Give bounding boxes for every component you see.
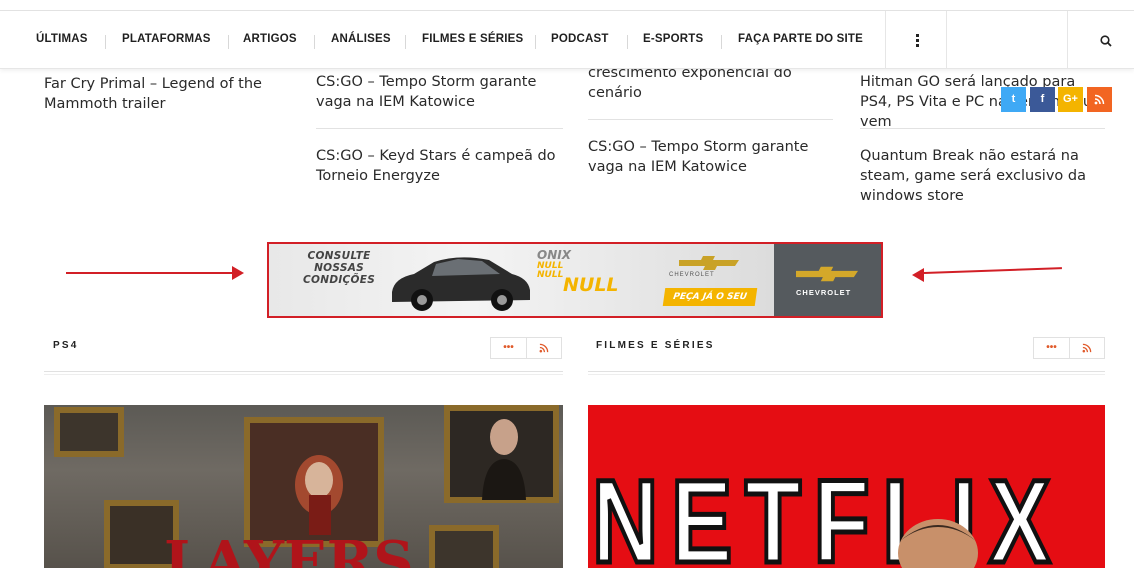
car-image <box>392 257 530 311</box>
section-divider <box>44 371 563 372</box>
chevrolet-bowtie-icon <box>679 256 739 270</box>
search-icon[interactable] <box>1100 35 1112 47</box>
news-link[interactable]: crescimento exponencial do cenário <box>588 63 828 103</box>
rss-icon[interactable] <box>1087 87 1112 112</box>
ps4-feature-image[interactable]: LAYERS <box>44 405 563 568</box>
nav-item-filmes-series[interactable]: FILMES E SÉRIES <box>422 33 523 45</box>
section-controls: ••• <box>1033 337 1105 359</box>
section-divider <box>44 374 563 375</box>
section-divider <box>588 374 1105 375</box>
bloody-portrait <box>295 455 343 535</box>
rss-glyph <box>539 343 549 353</box>
netflix-feature-image[interactable]: NETFLIX <box>588 405 1105 568</box>
painting-frame <box>429 525 499 568</box>
nav-separator <box>627 35 628 49</box>
rss-icon[interactable] <box>526 338 561 358</box>
section-title-filmes-series[interactable]: FILMES E SÉRIES <box>596 340 715 351</box>
vertical-dots-icon[interactable] <box>916 32 919 49</box>
ad-conditions-line: CONDIÇÕES <box>303 274 376 286</box>
nav-separator <box>314 35 315 49</box>
nav-separator <box>535 35 536 49</box>
person-head <box>898 519 978 568</box>
facebook-icon[interactable]: f <box>1030 87 1055 112</box>
news-divider <box>860 128 1105 129</box>
section-controls: ••• <box>490 337 562 359</box>
nav-item-artigos[interactable]: ARTIGOS <box>243 33 297 45</box>
arrowhead-right-icon <box>232 266 244 280</box>
rss-glyph <box>1094 94 1105 105</box>
ad-right-panel: CHEVROLET <box>774 244 881 316</box>
section-divider <box>588 371 1105 372</box>
news-divider <box>316 128 563 129</box>
nav-item-podcast[interactable]: PODCAST <box>551 33 609 45</box>
ad-model-name: ONIX <box>537 248 571 262</box>
news-link[interactable]: CS:GO – Tempo Storm garante vaga na IEM … <box>588 137 828 177</box>
portrait-figure <box>482 419 526 500</box>
news-divider <box>588 119 833 120</box>
ad-brand-small: CHEVROLET <box>669 272 715 278</box>
arrowhead-left-icon <box>912 268 924 282</box>
section-title-ps4[interactable]: PS4 <box>53 340 79 351</box>
ad-cta-button[interactable]: PEÇA JÁ O SEU <box>662 288 758 306</box>
nav-divider <box>946 11 947 69</box>
news-link[interactable]: CS:GO – Keyd Stars é campeã do Torneio E… <box>316 146 566 186</box>
chevrolet-bowtie-icon <box>796 266 858 282</box>
painting-frame <box>54 407 124 457</box>
more-button[interactable]: ••• <box>491 338 526 358</box>
nav-separator <box>105 35 106 49</box>
main-nav: ÚLTIMAS PLATAFORMAS ARTIGOS ANÁLISES FIL… <box>0 11 1134 69</box>
google-plus-icon[interactable]: G+ <box>1058 87 1083 112</box>
ad-model-big: NULL <box>563 274 619 296</box>
nav-item-esports[interactable]: E-SPORTS <box>643 33 703 45</box>
ad-conditions-line: NOSSAS <box>314 262 365 274</box>
news-link[interactable]: Quantum Break não estará na steam, game … <box>860 146 1100 206</box>
nav-separator <box>405 35 406 49</box>
netflix-logo-text: NETFLIX <box>590 456 1063 568</box>
nav-divider <box>1067 11 1068 69</box>
annotation-arrow-right <box>923 267 1062 274</box>
nav-separator <box>228 35 229 49</box>
news-link[interactable]: CS:GO – Tempo Storm garante vaga na IEM … <box>316 72 566 112</box>
ad-banner[interactable]: CONSULTE NOSSAS CONDIÇÕES ONIX NULL NULL… <box>267 242 883 318</box>
game-logo-text: LAYERS <box>164 529 414 568</box>
rss-glyph <box>1082 343 1092 353</box>
ad-model: ONIX NULL NULL NULL <box>537 248 619 296</box>
annotation-arrow-left <box>66 272 234 274</box>
ad-brand: CHEVROLET <box>796 288 852 297</box>
nav-divider <box>885 11 886 69</box>
nav-item-analises[interactable]: ANÁLISES <box>331 33 391 45</box>
twitter-icon[interactable]: t <box>1001 87 1026 112</box>
nav-item-plataformas[interactable]: PLATAFORMAS <box>122 33 211 45</box>
news-link[interactable]: Far Cry Primal – Legend of the Mammoth t… <box>44 74 274 114</box>
nav-item-ultimas[interactable]: ÚLTIMAS <box>36 33 88 45</box>
ad-conditions-line: CONSULTE <box>307 250 371 262</box>
rss-icon[interactable] <box>1069 338 1104 358</box>
nav-separator <box>721 35 722 49</box>
ad-conditions: CONSULTE NOSSAS CONDIÇÕES <box>303 250 375 286</box>
nav-item-faca-parte[interactable]: FAÇA PARTE DO SITE <box>738 33 863 45</box>
more-button[interactable]: ••• <box>1034 338 1069 358</box>
